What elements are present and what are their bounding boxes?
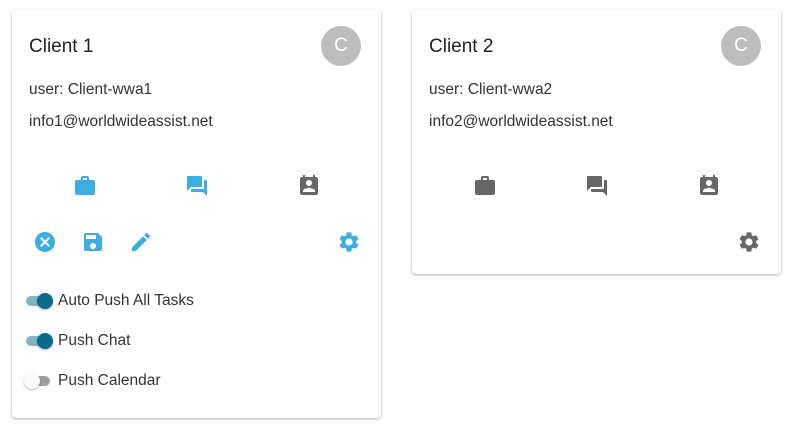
auto-push-toggle[interactable] xyxy=(24,291,53,311)
chat-icon[interactable] xyxy=(585,174,609,198)
card-title: Client 1 xyxy=(29,36,94,57)
email-text: info1@worldwideassist.net xyxy=(29,113,213,130)
contact-calendar-icon[interactable] xyxy=(297,174,321,198)
client-card-1: Client 1 C user: Client-wwa1 info1@world… xyxy=(12,10,381,418)
toggle-row-push-calendar: Push Calendar xyxy=(24,370,161,392)
card-title: Client 2 xyxy=(429,36,494,57)
push-chat-toggle[interactable] xyxy=(24,331,53,351)
client-card-2: Client 2 C user: Client-wwa2 info2@world… xyxy=(412,10,781,274)
email-text: info2@worldwideassist.net xyxy=(429,113,613,130)
toggle-row-auto-push: Auto Push All Tasks xyxy=(24,290,194,312)
chat-icon[interactable] xyxy=(185,174,209,198)
username-text: user: Client-wwa1 xyxy=(29,81,153,98)
push-calendar-toggle[interactable] xyxy=(24,371,52,391)
avatar[interactable]: C xyxy=(721,26,761,66)
username-text: user: Client-wwa2 xyxy=(429,81,553,98)
toggle-label: Push Chat xyxy=(58,332,131,349)
briefcase-icon[interactable] xyxy=(73,174,97,198)
cancel-icon[interactable] xyxy=(33,230,57,254)
avatar[interactable]: C xyxy=(321,26,361,66)
toggle-label: Push Calendar xyxy=(58,372,161,389)
settings-icon[interactable] xyxy=(337,230,361,254)
save-icon[interactable] xyxy=(81,230,105,254)
edit-icon[interactable] xyxy=(129,230,153,254)
briefcase-icon[interactable] xyxy=(473,174,497,198)
contact-calendar-icon[interactable] xyxy=(697,174,721,198)
settings-icon[interactable] xyxy=(737,230,761,254)
toggle-label: Auto Push All Tasks xyxy=(58,292,194,309)
toggle-row-push-chat: Push Chat xyxy=(24,330,130,352)
